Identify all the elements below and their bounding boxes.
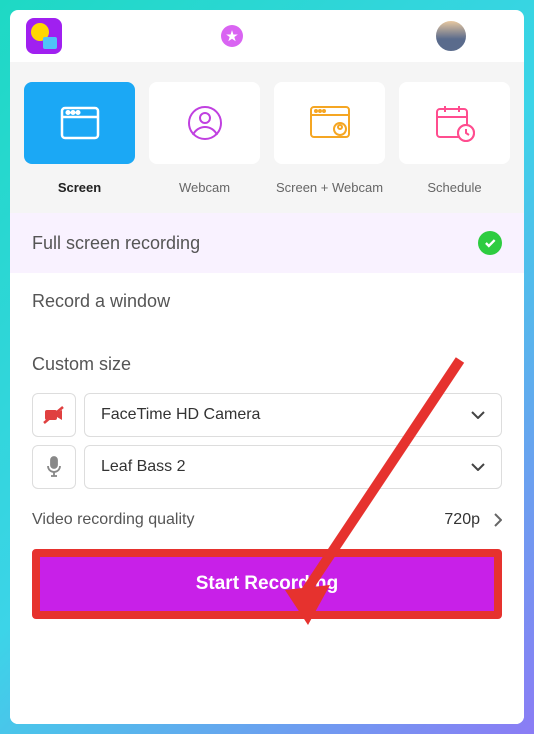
option-label: Record a window xyxy=(32,291,170,312)
option-label: Full screen recording xyxy=(32,233,200,254)
mode-label: Webcam xyxy=(179,180,230,195)
start-recording-button[interactable]: Start Recording xyxy=(40,557,494,611)
screen-webcam-icon xyxy=(274,82,385,164)
header-right xyxy=(434,19,508,53)
more-menu-icon[interactable] xyxy=(482,33,508,39)
mode-label: Schedule xyxy=(427,180,481,195)
chevron-down-icon xyxy=(471,463,485,471)
mode-tab-screen[interactable]: Screen xyxy=(24,82,135,195)
main-panel: Screen Webcam xyxy=(10,10,524,724)
quality-value-text: 720p xyxy=(444,511,480,529)
mode-label: Screen + Webcam xyxy=(276,180,383,195)
camera-disabled-icon[interactable] xyxy=(32,393,76,437)
app-name: Vmaker xyxy=(70,24,146,48)
mode-tab-schedule[interactable]: Schedule xyxy=(399,82,510,195)
chevron-right-icon xyxy=(494,513,502,527)
star-badge-icon xyxy=(221,25,243,47)
logo-icon xyxy=(26,18,62,54)
screen-icon xyxy=(24,82,135,164)
audio-select[interactable]: Leaf Bass 2 xyxy=(84,445,502,489)
quality-row[interactable]: Video recording quality 720p xyxy=(10,489,524,543)
quality-selector[interactable]: 720p xyxy=(444,511,502,529)
start-button-highlight: Start Recording xyxy=(32,549,502,619)
app-header: Vmaker Vmaker Mar... xyxy=(10,10,524,62)
option-record-window[interactable]: Record a window xyxy=(10,273,524,330)
avatar[interactable] xyxy=(434,19,468,53)
header-center: Vmaker Mar... xyxy=(146,25,434,47)
webcam-icon xyxy=(149,82,260,164)
schedule-icon xyxy=(399,82,510,164)
quality-label: Video recording quality xyxy=(32,511,194,529)
audio-value: Leaf Bass 2 xyxy=(101,458,186,476)
mode-tab-webcam[interactable]: Webcam xyxy=(149,82,260,195)
mode-tab-screen-webcam[interactable]: Screen + Webcam xyxy=(274,82,385,195)
option-custom-size[interactable]: Custom size xyxy=(10,330,524,393)
camera-select[interactable]: FaceTime HD Camera xyxy=(84,393,502,437)
chevron-down-icon xyxy=(471,411,485,419)
mode-tabs: Screen Webcam xyxy=(10,62,524,213)
camera-value: FaceTime HD Camera xyxy=(101,406,260,424)
app-logo: Vmaker xyxy=(26,18,146,54)
microphone-icon[interactable] xyxy=(32,445,76,489)
mode-label: Screen xyxy=(58,180,101,195)
camera-row: FaceTime HD Camera xyxy=(32,393,502,437)
option-full-screen[interactable]: Full screen recording xyxy=(10,213,524,273)
audio-row: Leaf Bass 2 xyxy=(32,445,502,489)
header-title: Vmaker Mar... xyxy=(253,26,359,46)
check-icon xyxy=(478,231,502,255)
